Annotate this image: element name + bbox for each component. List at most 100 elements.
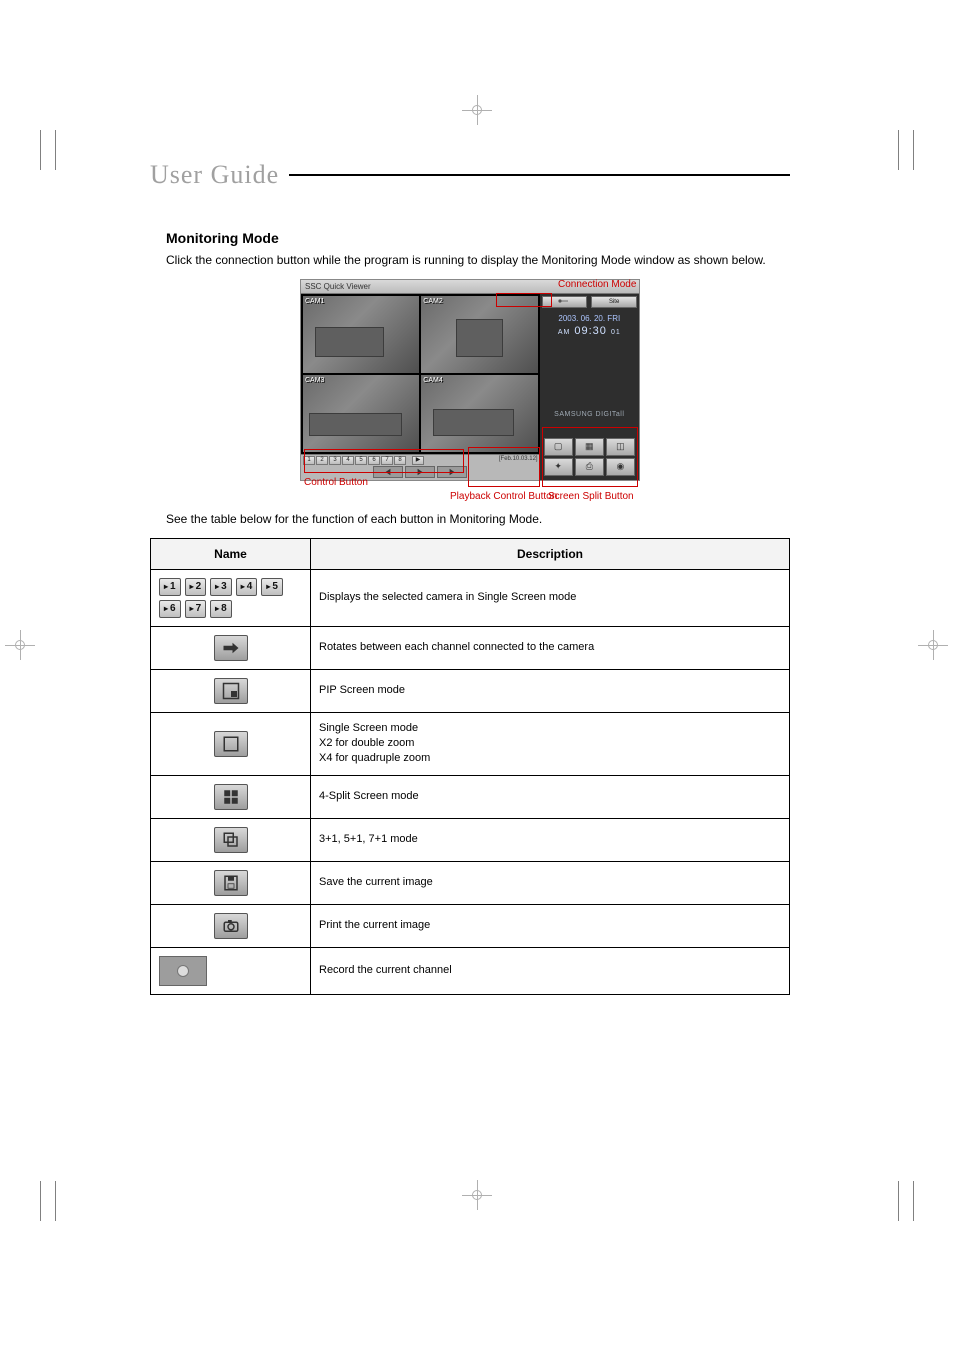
registration-mark-top bbox=[462, 95, 492, 125]
registration-mark-bottom bbox=[462, 1180, 492, 1210]
feature-desc-cell: Displays the selected camera in Single S… bbox=[311, 569, 790, 626]
channel-button[interactable]: 5 bbox=[355, 456, 367, 465]
split-quad-icon[interactable]: ▦ bbox=[575, 438, 604, 456]
table-row: Single Screen modeX2 for double zoomX4 f… bbox=[151, 712, 790, 775]
forward-button[interactable] bbox=[437, 466, 467, 478]
channel-select-button[interactable]: ▸4 bbox=[236, 578, 258, 596]
feature-desc-cell: 4-Split Screen mode bbox=[311, 775, 790, 818]
rewind-button[interactable] bbox=[373, 466, 403, 478]
channel-button[interactable]: 4 bbox=[342, 456, 354, 465]
feature-desc-cell: Print the current image bbox=[311, 904, 790, 947]
crop-mark bbox=[913, 130, 914, 170]
annotation-label: Playback Control Button bbox=[450, 491, 557, 502]
camera-tile-1[interactable]: CAM1 bbox=[303, 296, 419, 373]
table-row: Rotates between each channel connected t… bbox=[151, 626, 790, 669]
feature-name-cell bbox=[151, 818, 311, 861]
feature-desc-cell: Save the current image bbox=[311, 861, 790, 904]
feature-desc-cell: Single Screen modeX2 for double zoomX4 f… bbox=[311, 712, 790, 775]
camera-label: CAM1 bbox=[305, 298, 324, 305]
multi-pip-icon bbox=[214, 827, 248, 853]
crop-mark bbox=[55, 1181, 56, 1221]
feature-desc-cell: Record the current channel bbox=[311, 947, 790, 994]
table-header-desc: Description bbox=[311, 538, 790, 569]
feature-desc-cell: Rotates between each channel connected t… bbox=[311, 626, 790, 669]
feature-intro: See the table below for the function of … bbox=[166, 511, 774, 528]
brand-label: SAMSUNG DIGITall bbox=[554, 411, 624, 418]
page-title: User Guide bbox=[150, 160, 279, 190]
monitoring-screenshot: SSC Quick Viewer CAM1 CAM2 CAM3 bbox=[300, 279, 640, 481]
feature-name-cell bbox=[151, 775, 311, 818]
table-row: Record the current channel bbox=[151, 947, 790, 994]
channel-select-button[interactable]: ▸8 bbox=[210, 600, 232, 618]
camera-icon[interactable]: ◉ bbox=[606, 458, 635, 476]
feature-name-cell bbox=[151, 861, 311, 904]
channel-button[interactable]: 1 bbox=[303, 456, 315, 465]
crop-mark bbox=[40, 130, 41, 170]
split-multi-icon[interactable]: ◫ bbox=[606, 438, 635, 456]
channel-select-button[interactable]: ▸2 bbox=[185, 578, 207, 596]
camera-tile-4[interactable]: CAM4 bbox=[421, 375, 537, 452]
quad-icon bbox=[214, 784, 248, 810]
camera-tile-3[interactable]: CAM3 bbox=[303, 375, 419, 452]
channel-button[interactable]: 8 bbox=[394, 456, 406, 465]
print-icon[interactable]: ⎙ bbox=[575, 458, 604, 476]
play-button[interactable] bbox=[405, 466, 435, 478]
time-readout: AM 09:30 01 bbox=[558, 325, 621, 337]
table-row: Save the current image bbox=[151, 861, 790, 904]
channel-button[interactable]: 2 bbox=[316, 456, 328, 465]
timeline-readout: [Feb.10.03.12] bbox=[499, 456, 538, 464]
side-panel: Site 2003. 06. 20. FRI AM 09:30 01 SAMSU… bbox=[540, 294, 639, 480]
feature-name-cell bbox=[151, 947, 311, 994]
table-row: 3+1, 5+1, 7+1 mode bbox=[151, 818, 790, 861]
crop-mark bbox=[898, 1181, 899, 1221]
table-header-name: Name bbox=[151, 538, 311, 569]
crop-mark bbox=[898, 130, 899, 170]
channel-select-button[interactable]: ▸1 bbox=[159, 578, 181, 596]
table-row: PIP Screen mode bbox=[151, 669, 790, 712]
crop-mark bbox=[55, 130, 56, 170]
registration-mark-right bbox=[918, 630, 948, 660]
arrow-right-icon bbox=[214, 635, 248, 661]
feature-name-cell: ▸1▸2▸3▸4▸5 ▸6▸7▸8 bbox=[151, 569, 311, 626]
annotation-label: Connection Mode bbox=[558, 279, 636, 290]
feature-name-cell bbox=[151, 712, 311, 775]
section-header: User Guide SSC-1000 bbox=[150, 160, 790, 190]
section-heading: Monitoring Mode bbox=[166, 230, 774, 246]
channel-button[interactable]: 6 bbox=[368, 456, 380, 465]
channel-button[interactable]: 7 bbox=[381, 456, 393, 465]
camera-label: CAM2 bbox=[423, 298, 442, 305]
feature-name-cell bbox=[151, 626, 311, 669]
channel-select-button[interactable]: ▸3 bbox=[210, 578, 232, 596]
table-row: ▸1▸2▸3▸4▸5 ▸6▸7▸8 Displays the selected ca… bbox=[151, 569, 790, 626]
table-row: Print the current image bbox=[151, 904, 790, 947]
annotation-label: Screen Split Button bbox=[548, 491, 634, 502]
channel-select-button[interactable]: ▸5 bbox=[261, 578, 283, 596]
camera-tile-2[interactable]: CAM2 bbox=[421, 296, 537, 373]
section-intro: Click the connection button while the pr… bbox=[166, 252, 774, 269]
channel-select-button[interactable]: ▸7 bbox=[185, 600, 207, 618]
crop-mark bbox=[40, 1181, 41, 1221]
record-button-icon bbox=[159, 956, 207, 986]
table-row: 4-Split Screen mode bbox=[151, 775, 790, 818]
connection-indicator[interactable] bbox=[542, 296, 588, 308]
site-button[interactable]: Site bbox=[591, 296, 637, 308]
registration-mark-left bbox=[5, 630, 35, 660]
save-icon[interactable]: ✦ bbox=[544, 458, 573, 476]
header-divider bbox=[289, 174, 790, 176]
camera-grid: CAM1 CAM2 CAM3 CAM4 bbox=[301, 294, 540, 454]
feature-desc-cell: PIP Screen mode bbox=[311, 669, 790, 712]
camera-label: CAM3 bbox=[305, 377, 324, 384]
next-set-button[interactable]: ▶ bbox=[412, 456, 424, 465]
annotation-label: Control Button bbox=[304, 477, 368, 488]
channel-select-button[interactable]: ▸6 bbox=[159, 600, 181, 618]
channel-button[interactable]: 3 bbox=[329, 456, 341, 465]
feature-name-cell bbox=[151, 904, 311, 947]
save-icon bbox=[214, 870, 248, 896]
camera-icon bbox=[214, 913, 248, 939]
crop-mark bbox=[913, 1181, 914, 1221]
single-screen-icon bbox=[214, 731, 248, 757]
feature-name-cell bbox=[151, 669, 311, 712]
camera-label: CAM4 bbox=[423, 377, 442, 384]
date-readout: 2003. 06. 20. FRI bbox=[558, 314, 620, 324]
split-single-icon[interactable]: ▢ bbox=[544, 438, 573, 456]
